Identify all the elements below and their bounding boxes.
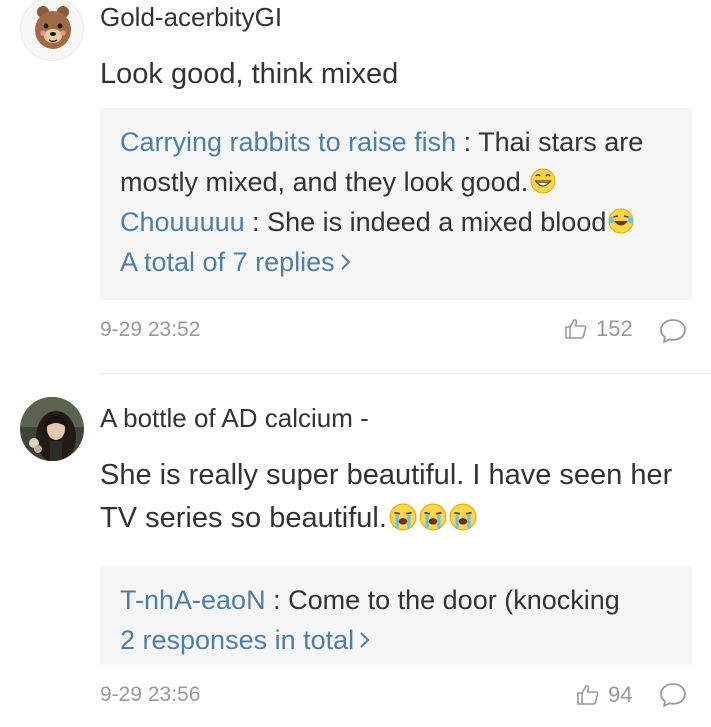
like-count: 152 — [596, 316, 633, 341]
crying-emoji-icon — [449, 503, 477, 531]
reply-preview[interactable]: T-nhA-eaoN : Come to the door (knocking … — [100, 566, 692, 665]
timestamp: 9-29 23:52 — [100, 318, 201, 341]
chevron-right-icon — [360, 632, 370, 648]
like-count: 94 — [608, 682, 633, 707]
comment-2: A bottle of AD calcium - She is really s… — [0, 374, 711, 727]
reply-item: Carrying rabbits to raise fish : Thai st… — [120, 122, 672, 202]
more-replies-link[interactable]: A total of 7 replies — [120, 242, 353, 282]
comment-bubble-icon[interactable] — [659, 318, 687, 344]
reply-item: T-nhA-eaoN : Come to the door (knocking — [120, 580, 672, 620]
more-replies-link[interactable]: 2 responses in total — [120, 620, 372, 660]
comment-body-text: She is really super beautiful. I have se… — [100, 459, 673, 534]
reply-text: : Come to the door (knocking — [265, 585, 620, 615]
grin-emoji-icon — [530, 168, 556, 194]
crying-emoji-icon — [419, 503, 447, 531]
reply-username[interactable]: Carrying rabbits to raise fish — [120, 127, 456, 157]
avatar[interactable] — [20, 0, 84, 61]
reply-preview[interactable]: Carrying rabbits to raise fish : Thai st… — [100, 108, 692, 300]
reply-username[interactable]: T-nhA-eaoN — [120, 585, 266, 615]
crying-emoji-icon — [389, 503, 417, 531]
timestamp: 9-29 23:56 — [100, 683, 201, 706]
thumbs-up-icon — [565, 319, 587, 339]
chevron-right-icon — [340, 254, 351, 270]
comment-1: Gold-acerbityGI Look good, think mixed C… — [0, 0, 711, 374]
bear-avatar-icon — [35, 6, 71, 49]
username[interactable]: Gold-acerbityGI — [100, 2, 282, 33]
user-photo-avatar-icon — [20, 397, 84, 461]
reply-username[interactable]: Chouuuuu — [120, 207, 245, 237]
laugh-tears-emoji-icon — [608, 208, 634, 234]
thumbs-up-icon — [577, 685, 599, 705]
comment-bubble-icon[interactable] — [659, 682, 687, 708]
reply-text: : She is indeed a mixed blood — [244, 207, 607, 237]
like-button[interactable]: 152 — [564, 316, 633, 342]
like-button[interactable]: 94 — [576, 682, 632, 708]
username[interactable]: A bottle of AD calcium - — [100, 403, 369, 434]
more-replies-row[interactable]: 2 responses in total — [120, 620, 672, 660]
comment-text: She is really super beautiful. I have se… — [100, 454, 690, 540]
reply-item: Chouuuuu : She is indeed a mixed blood — [120, 202, 672, 242]
avatar[interactable] — [20, 397, 84, 461]
more-replies-row[interactable]: A total of 7 replies — [120, 242, 672, 282]
comment-text: Look good, think mixed — [100, 58, 399, 90]
